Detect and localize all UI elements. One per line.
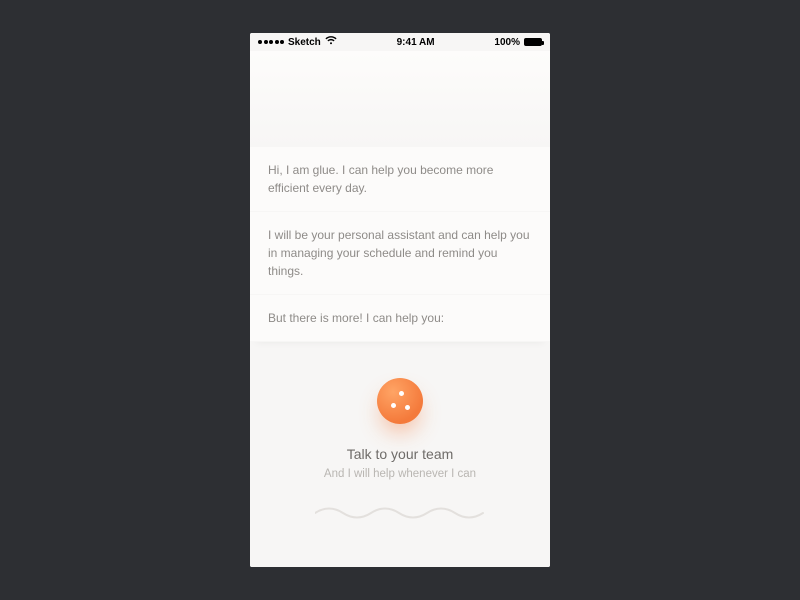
message-card: But there is more! I can help you:: [250, 295, 550, 342]
status-left: Sketch: [258, 36, 337, 48]
status-right: 100%: [494, 37, 542, 48]
status-bar: Sketch 9:41 AM 100%: [250, 33, 550, 51]
message-list: Hi, I am glue. I can help you become mor…: [250, 147, 550, 342]
message-text: But there is more! I can help you:: [268, 311, 444, 325]
message-text: I will be your personal assistant and ca…: [268, 228, 530, 278]
message-card: Hi, I am glue. I can help you become mor…: [250, 147, 550, 212]
carrier-label: Sketch: [288, 37, 321, 48]
wave-divider-icon: [315, 506, 485, 520]
feature-subtitle: And I will help whenever I can: [324, 468, 476, 480]
battery-percent: 100%: [494, 37, 520, 48]
header-spacer: [250, 51, 550, 147]
wifi-icon: [325, 36, 337, 48]
assistant-orb-icon[interactable]: [377, 378, 423, 424]
feature-title: Talk to your team: [347, 446, 454, 462]
feature-section: Talk to your team And I will help whenev…: [250, 342, 550, 567]
signal-dots-icon: [258, 40, 284, 44]
message-card: I will be your personal assistant and ca…: [250, 212, 550, 295]
battery-icon: [524, 38, 542, 46]
message-text: Hi, I am glue. I can help you become mor…: [268, 163, 493, 195]
clock: 9:41 AM: [397, 37, 435, 48]
phone-frame: Sketch 9:41 AM 100% Hi, I am glue. I can…: [250, 33, 550, 567]
